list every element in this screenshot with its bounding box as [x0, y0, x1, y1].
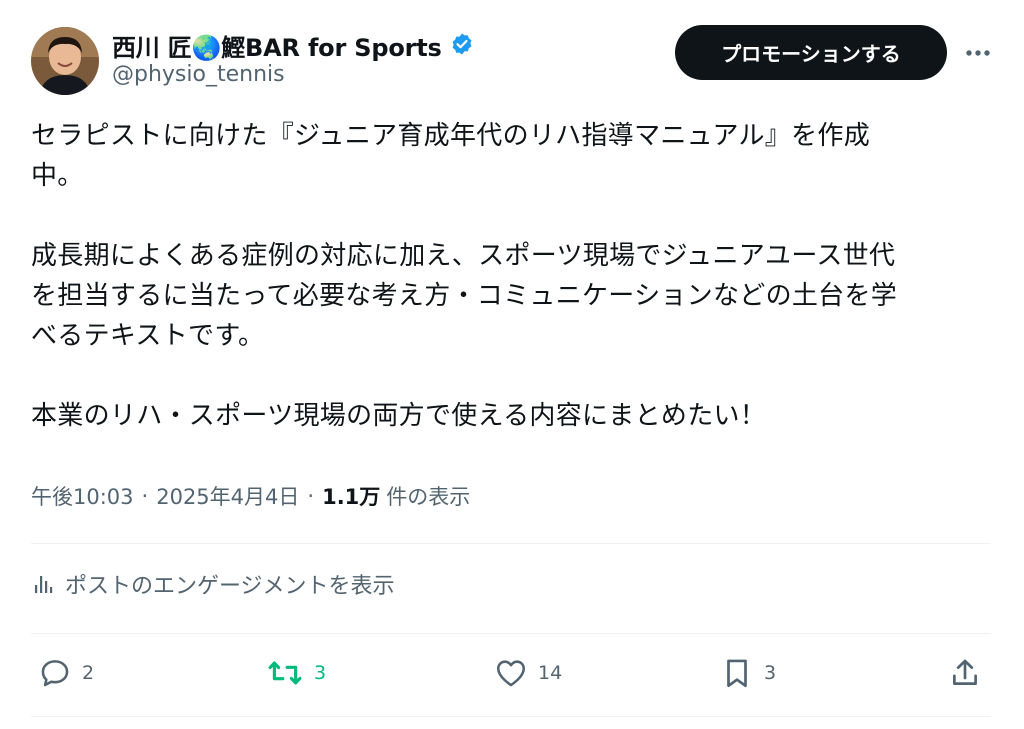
tweet-text: セラピストに向けた『ジュニア育成年代のリハ指導マニュアル』を作成 中。 成長期に…	[31, 116, 991, 436]
retweet-button[interactable]: 3	[266, 656, 326, 690]
bookmark-count: 3	[764, 662, 777, 684]
share-button[interactable]	[948, 656, 982, 690]
reply-icon	[41, 660, 69, 687]
display-name-row[interactable]: 西川 匠🌏鰹BAR for Sports	[112, 28, 474, 63]
views-label: 件の表示	[386, 485, 471, 509]
avatar[interactable]	[31, 27, 99, 95]
divider	[31, 543, 991, 544]
more-options-button[interactable]	[958, 35, 998, 71]
retweet-count: 3	[314, 662, 327, 684]
engagement-label[interactable]: ポストのエンゲージメントを表示	[65, 568, 395, 600]
promote-button[interactable]: プロモーションする	[675, 25, 947, 80]
tweet-time[interactable]: 午後10:03	[31, 481, 134, 511]
share-icon	[953, 659, 977, 685]
meta-separator: ·	[141, 484, 149, 508]
tweet-meta: 午後10:03 · 2025年4月4日 · 1.1万 件の表示	[31, 481, 470, 511]
analytics-icon	[35, 576, 53, 593]
avatar-image	[31, 27, 99, 95]
tweet-line: 成長期によくある症例の対応に加え、スポーツ現場でジュニアユース世代	[31, 241, 896, 271]
reply-button[interactable]: 2	[38, 656, 94, 690]
tweet-line: を担当するに当たって必要な考え方・コミュニケーションなどの土台を学	[31, 281, 898, 311]
user-handle[interactable]: @physio_tennis	[112, 62, 285, 87]
like-button[interactable]: 14	[494, 656, 562, 690]
more-icon	[966, 50, 990, 56]
display-name[interactable]: 西川 匠🌏鰹BAR for Sports	[112, 28, 442, 63]
view-engagement-link[interactable]: ポストのエンゲージメントを表示	[31, 568, 395, 600]
bookmark-button[interactable]: 3	[720, 656, 776, 690]
meta-separator: ·	[307, 484, 315, 508]
bookmark-icon	[727, 659, 747, 688]
verified-badge-icon	[450, 32, 474, 60]
tweet-line: セラピストに向けた『ジュニア育成年代のリハ指導マニュアル』を作成	[31, 121, 871, 151]
tweet-line: 本業のリハ・スポーツ現場の両方で使える内容にまとめたい！	[31, 401, 767, 431]
heart-icon	[496, 660, 526, 687]
divider	[31, 633, 991, 634]
retweet-icon	[268, 661, 302, 685]
reply-count: 2	[82, 662, 95, 684]
views-count: 1.1万	[322, 485, 381, 509]
tweet-line: 中。	[31, 161, 84, 191]
like-count: 14	[538, 662, 563, 684]
tweet-line: べるテキストです。	[31, 321, 265, 351]
tweet-date[interactable]: 2025年4月4日	[156, 481, 299, 511]
divider	[31, 716, 991, 717]
